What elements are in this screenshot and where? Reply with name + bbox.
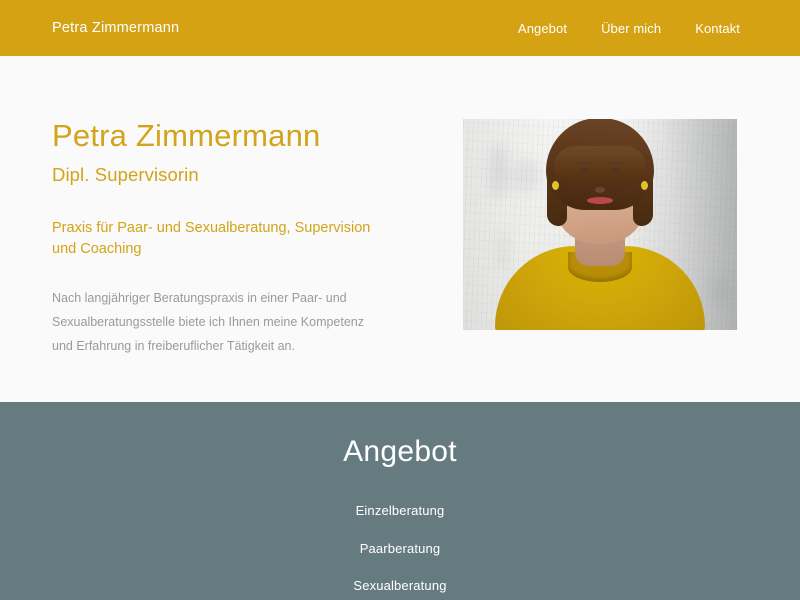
subject-eye <box>580 168 589 172</box>
page-title: Petra Zimmermann <box>52 118 321 153</box>
wall-texture-mark <box>511 159 541 193</box>
page-subtitle: Dipl. Supervisorin <box>52 163 199 185</box>
wall-texture-mark <box>491 145 507 197</box>
offer-title: Angebot <box>343 435 457 468</box>
offer-item-einzelberatung[interactable]: Einzelberatung <box>0 492 800 530</box>
subject-eyebrow <box>609 162 622 164</box>
subject-hair-fringe <box>554 146 646 180</box>
offer-item-sexualberatung[interactable]: Sexualberatung <box>0 567 800 600</box>
subject-earring <box>552 181 559 190</box>
subject-nose <box>595 187 605 193</box>
main-navigation: Angebot Über mich Kontakt <box>518 21 740 36</box>
brand-logo[interactable]: Petra Zimmermann <box>52 20 179 36</box>
nav-item-ueber-mich[interactable]: Über mich <box>601 21 661 36</box>
subject-eyebrow <box>578 162 591 164</box>
nav-item-kontakt[interactable]: Kontakt <box>695 21 740 36</box>
portrait-illustration <box>463 119 737 330</box>
subject-earring <box>641 181 648 190</box>
portrait-photo <box>463 119 737 330</box>
hero-section: Petra Zimmermann Dipl. Supervisorin Prax… <box>0 56 800 402</box>
subject-mouth <box>587 197 613 204</box>
nav-item-angebot[interactable]: Angebot <box>518 21 567 36</box>
offer-list: Einzelberatung Paarberatung Sexualberatu… <box>0 492 800 600</box>
offer-item-paarberatung[interactable]: Paarberatung <box>0 530 800 568</box>
hero-text-block: Petra Zimmermann Dipl. Supervisorin Prax… <box>0 56 420 359</box>
site-header: Petra Zimmermann Angebot Über mich Konta… <box>0 0 800 56</box>
subject-eye <box>611 168 620 172</box>
hero-paragraph: Nach langjähriger Beratungspraxis in ein… <box>52 290 365 354</box>
offer-section: Angebot Einzelberatung Paarberatung Sexu… <box>0 402 800 600</box>
wall-texture-mark <box>497 231 509 271</box>
hero-tagline: Praxis für Paar- und Sexualberatung, Sup… <box>52 219 371 257</box>
